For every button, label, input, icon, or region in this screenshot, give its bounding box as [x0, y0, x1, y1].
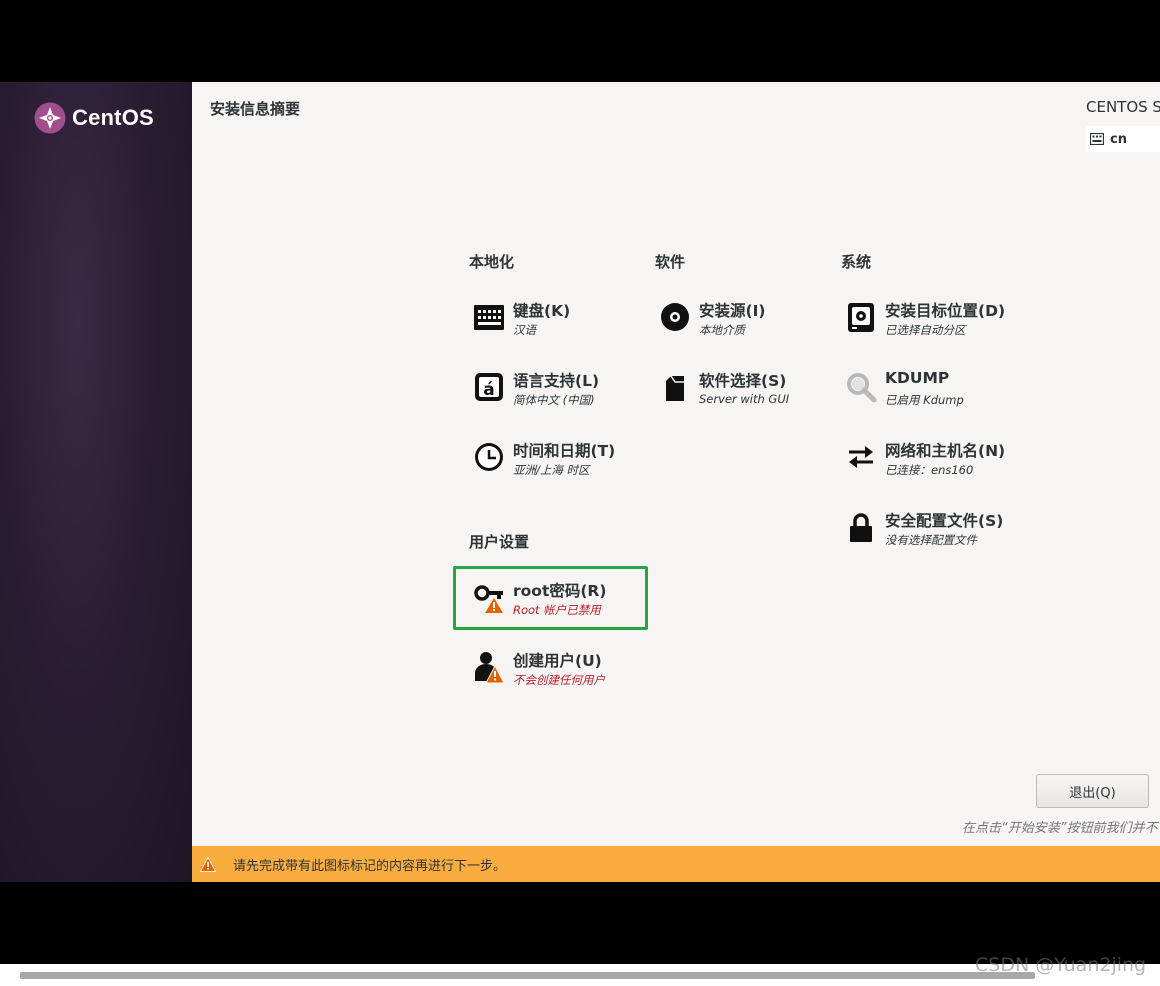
- product-title: CENTOS S: [1086, 98, 1160, 116]
- lock-icon: [845, 511, 877, 543]
- disc-icon: [659, 301, 691, 333]
- keyboard-layout-indicator[interactable]: cn: [1086, 126, 1160, 152]
- keyboard-small-icon: [1090, 133, 1104, 145]
- spoke-security-profile[interactable]: 安全配置文件(S) 没有选择配置文件: [841, 509, 1031, 569]
- magnifier-icon: [845, 371, 877, 403]
- centos-logo: CentOS: [34, 102, 154, 134]
- category-user-settings: 用户设置: [469, 533, 530, 551]
- spoke-keyboard[interactable]: 键盘(K) 汉语: [469, 299, 659, 359]
- spoke-status: 汉语: [513, 323, 536, 337]
- spoke-network-hostname[interactable]: 网络和主机名(N) 已连接：ens160: [841, 439, 1031, 499]
- key-warning-icon: [473, 581, 505, 613]
- quit-button[interactable]: 退出(Q): [1036, 774, 1149, 808]
- spoke-status: 已启用 Kdump: [885, 393, 964, 407]
- spoke-label: 软件选择(S): [699, 372, 787, 390]
- spoke-status: 亚洲/上海 时区: [513, 463, 590, 477]
- brand-name: CentOS: [72, 105, 154, 130]
- spoke-installation-destination[interactable]: 安装目标位置(D) 已选择自动分区: [841, 299, 1031, 359]
- spoke-label: 语言支持(L): [513, 372, 600, 390]
- watermark: CSDN @Yuan2jing: [975, 954, 1147, 976]
- sidebar: CentOS: [0, 82, 192, 882]
- spoke-label: 键盘(K): [513, 302, 571, 320]
- warning-bar: 请先完成带有此图标标记的内容再进行下一步。: [192, 846, 1160, 882]
- network-arrows-icon: [845, 441, 877, 473]
- spoke-label: 网络和主机名(N): [885, 442, 1006, 460]
- spoke-status: 没有选择配置文件: [885, 533, 977, 547]
- category-software: 软件: [655, 253, 686, 271]
- spoke-create-user[interactable]: 创建用户(U) 不会创建任何用户: [469, 649, 659, 709]
- spoke-kdump[interactable]: KDUMP 已启用 Kdump: [841, 369, 1031, 429]
- spoke-status: 已选择自动分区: [885, 323, 966, 337]
- spoke-time-date[interactable]: 时间和日期(T) 亚洲/上海 时区: [469, 439, 659, 499]
- package-icon: [659, 371, 691, 403]
- spoke-root-password[interactable]: root密码(R) Root 帐户已禁用: [469, 579, 659, 639]
- user-warning-icon: [473, 651, 505, 684]
- spoke-language-support[interactable]: á 语言支持(L) 简体中文 (中国): [469, 369, 659, 429]
- spoke-installation-source[interactable]: 安装源(I) 本地介质: [655, 299, 845, 359]
- bottom-black-bar: [0, 882, 1160, 964]
- spoke-software-selection[interactable]: 软件选择(S) Server with GUI: [655, 369, 845, 429]
- spoke-label: 安装目标位置(D): [885, 302, 1006, 320]
- page-title: 安装信息摘要: [210, 100, 301, 118]
- centos-emblem-icon: [34, 102, 66, 134]
- spoke-status: 已连接：ens160: [885, 463, 974, 477]
- keyboard-layout-label: cn: [1110, 131, 1127, 147]
- spoke-status: Server with GUI: [699, 392, 790, 406]
- installation-summary-panel: 安装信息摘要 CENTOS S cn 本地化 软件 系统 用户设置 键盘(K) …: [192, 82, 1160, 846]
- spoke-label: 安全配置文件(S): [885, 512, 1004, 530]
- category-localization: 本地化: [469, 253, 515, 271]
- spoke-status: 本地介质: [699, 323, 745, 337]
- language-icon: á: [473, 371, 505, 403]
- clock-icon: [473, 441, 505, 473]
- keyboard-icon: [473, 301, 505, 333]
- spoke-label: 创建用户(U): [513, 652, 602, 670]
- spoke-label: 时间和日期(T): [513, 442, 616, 460]
- scrollbar-thumb[interactable]: [20, 972, 1035, 979]
- spoke-label: 安装源(I): [699, 302, 766, 320]
- spoke-label: root密码(R): [513, 582, 607, 600]
- spoke-status: Root 帐户已禁用: [513, 603, 601, 617]
- svg-text:á: á: [483, 380, 494, 400]
- warning-text: 请先完成带有此图标标记的内容再进行下一步。: [233, 858, 507, 874]
- category-system: 系统: [841, 253, 872, 271]
- harddisk-icon: [845, 301, 877, 333]
- spoke-status: 不会创建任何用户: [513, 673, 605, 687]
- spoke-status: 简体中文 (中国): [513, 393, 595, 407]
- top-black-bar: [0, 0, 1160, 82]
- warning-icon: [200, 856, 216, 872]
- install-hint: 在点击“开始安装”按钮前我们并不: [962, 821, 1158, 836]
- spoke-label: KDUMP: [885, 369, 950, 387]
